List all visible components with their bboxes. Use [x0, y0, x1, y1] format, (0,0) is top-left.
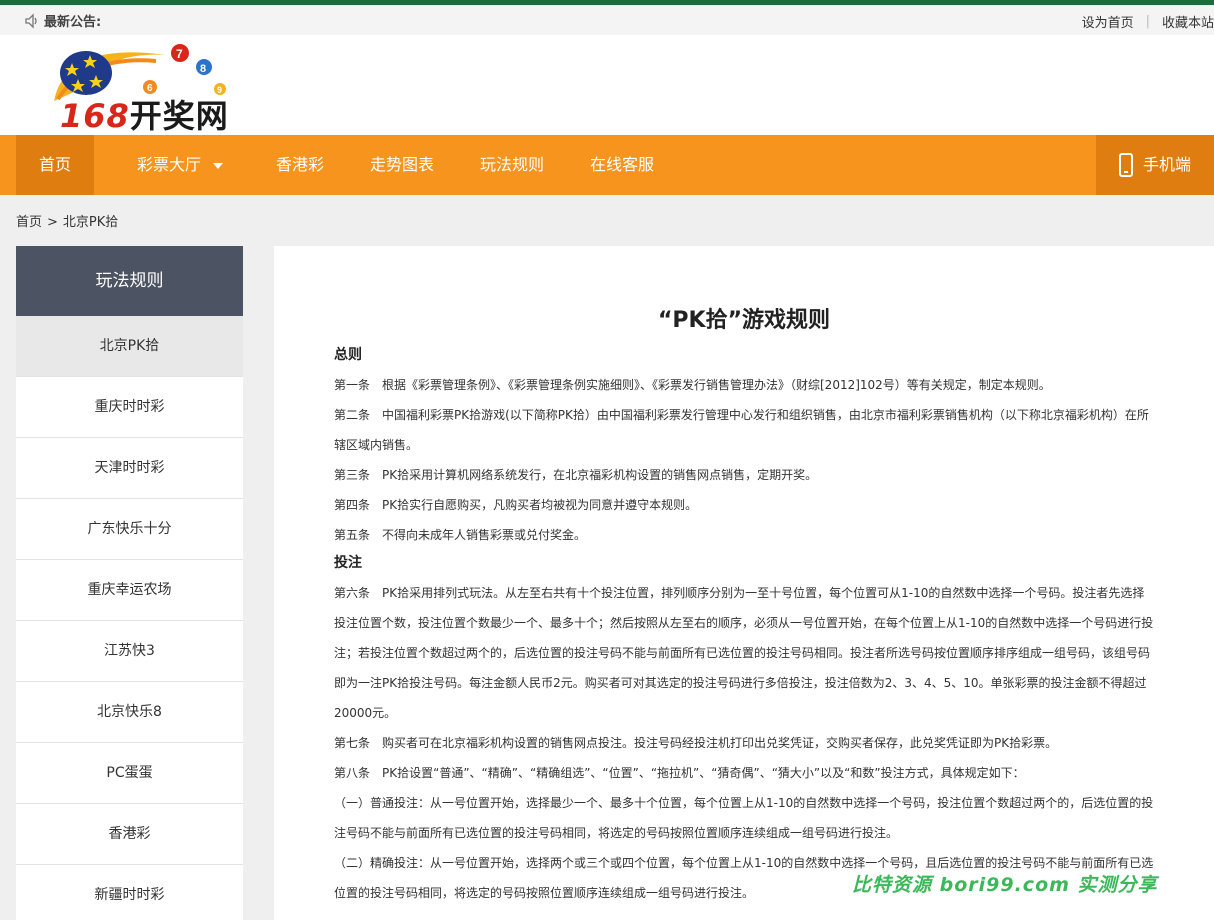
svg-text:8: 8: [200, 63, 206, 75]
breadcrumb-current: 北京PK拾: [62, 215, 119, 230]
chevron-down-icon: [213, 162, 223, 169]
sidebar-item-pcdd[interactable]: PC蛋蛋: [16, 743, 243, 804]
sidebar-item-gdklsf[interactable]: 广东快乐十分: [16, 499, 243, 560]
nav-rules[interactable]: 玩法规则: [466, 135, 558, 195]
sidebar-item-cqssc[interactable]: 重庆时时彩: [16, 377, 243, 438]
sidebar-title: 玩法规则: [16, 246, 243, 316]
svg-text:7: 7: [176, 47, 183, 61]
nav-lottery-hall-label: 彩票大厅: [136, 155, 201, 174]
nav-online-service[interactable]: 在线客服: [576, 135, 668, 195]
nav-lottery-hall[interactable]: 彩票大厅: [110, 135, 250, 195]
set-home-link[interactable]: 设为首页: [1082, 12, 1134, 31]
watermark: 比特资源 bori99.com 实测分享: [852, 874, 1158, 896]
announcement: 最新公告:: [24, 11, 101, 30]
sidebar-item-tjssc[interactable]: 天津时时彩: [16, 438, 243, 499]
bookmark-link[interactable]: 收藏本站: [1162, 12, 1214, 31]
main-nav: 首页 彩票大厅 香港彩 走势图表 玩法规则 在线客服 手机端: [0, 135, 1214, 195]
site-header: 7 8 6 9 168开奖网: [0, 35, 1214, 135]
rules-content: “PK拾”游戏规则 总则 第一条 根据《彩票管理条例》、《彩票管理条例实施细则》…: [274, 246, 1214, 920]
rule-paragraph: 第五条 不得向未成年人销售彩票或兑付奖金。: [334, 528, 587, 542]
nav-mobile[interactable]: 手机端: [1096, 135, 1214, 195]
logo-name: 开奖网: [129, 97, 229, 135]
rule-paragraph: 第四条 PK拾实行自愿购买，凡购买者均被视为同意并遵守本规则。: [334, 498, 698, 512]
sidebar-item-cqxync[interactable]: 重庆幸运农场: [16, 560, 243, 621]
nav-trend-charts[interactable]: 走势图表: [356, 135, 448, 195]
rule-paragraph: 第一条 根据《彩票管理条例》、《彩票管理条例实施细则》、《彩票发行销售管理办法》…: [334, 378, 1051, 392]
nav-mobile-label: 手机端: [1142, 155, 1191, 174]
announcement-label: 最新公告:: [44, 15, 102, 30]
notice-bar: 最新公告: 设为首页 | 收藏本站: [0, 5, 1214, 35]
sidebar-item-jsk3[interactable]: 江苏快3: [16, 621, 243, 682]
sidebar-item-bjpk10[interactable]: 北京PK拾: [16, 316, 243, 377]
logo-text[interactable]: 168开奖网: [60, 91, 229, 137]
phone-icon: [1118, 153, 1133, 177]
rule-paragraph: 第七条 购买者可在北京福彩机构设置的销售网点投注。投注号码经投注机打印出兑奖凭证…: [334, 736, 1058, 750]
section-heading-betting: 投注: [334, 555, 362, 571]
logo-number: 168: [60, 97, 130, 135]
nav-hk[interactable]: 香港彩: [262, 135, 338, 195]
breadcrumb-separator: >: [47, 215, 58, 230]
speaker-icon: [25, 12, 37, 29]
breadcrumb: 首页 > 北京PK拾: [16, 211, 123, 230]
rule-paragraph: 第三条 PK拾采用计算机网络系统发行，在北京福彩机构设置的销售网点销售，定期开奖…: [334, 468, 818, 482]
sidebar-item-hk[interactable]: 香港彩: [16, 804, 243, 865]
section-heading-general: 总则: [334, 347, 362, 363]
rule-paragraph: 第二条 中国福利彩票PK拾游戏(以下简称PK拾）由中国福利彩票发行管理中心发行和…: [334, 408, 1149, 452]
rule-paragraph: （一）普通投注：从一号位置开始，选择最少一个、最多十个位置，每个位置上从1-10…: [334, 796, 1154, 840]
rule-paragraph: 第六条 PK拾采用排列式玩法。从左至右共有十个投注位置，排列顺序分别为一至十号位…: [334, 586, 1154, 720]
article-body: 总则 第一条 根据《彩票管理条例》、《彩票管理条例实施细则》、《彩票发行销售管理…: [334, 344, 1154, 908]
nav-home[interactable]: 首页: [16, 135, 94, 195]
rules-sidebar: 玩法规则 北京PK拾 重庆时时彩 天津时时彩 广东快乐十分 重庆幸运农场 江苏快…: [16, 246, 243, 920]
sidebar-item-bjkl8[interactable]: 北京快乐8: [16, 682, 243, 743]
page-title: “PK拾”游戏规则: [657, 308, 831, 333]
sidebar-item-xjssc[interactable]: 新疆时时彩: [16, 865, 243, 920]
divider: |: [1145, 14, 1150, 29]
breadcrumb-home[interactable]: 首页: [16, 215, 42, 230]
rule-paragraph: 第八条 PK拾设置“普通”、“精确”、“精确组选”、“位置”、“拖拉机”、“猜奇…: [334, 766, 1025, 780]
